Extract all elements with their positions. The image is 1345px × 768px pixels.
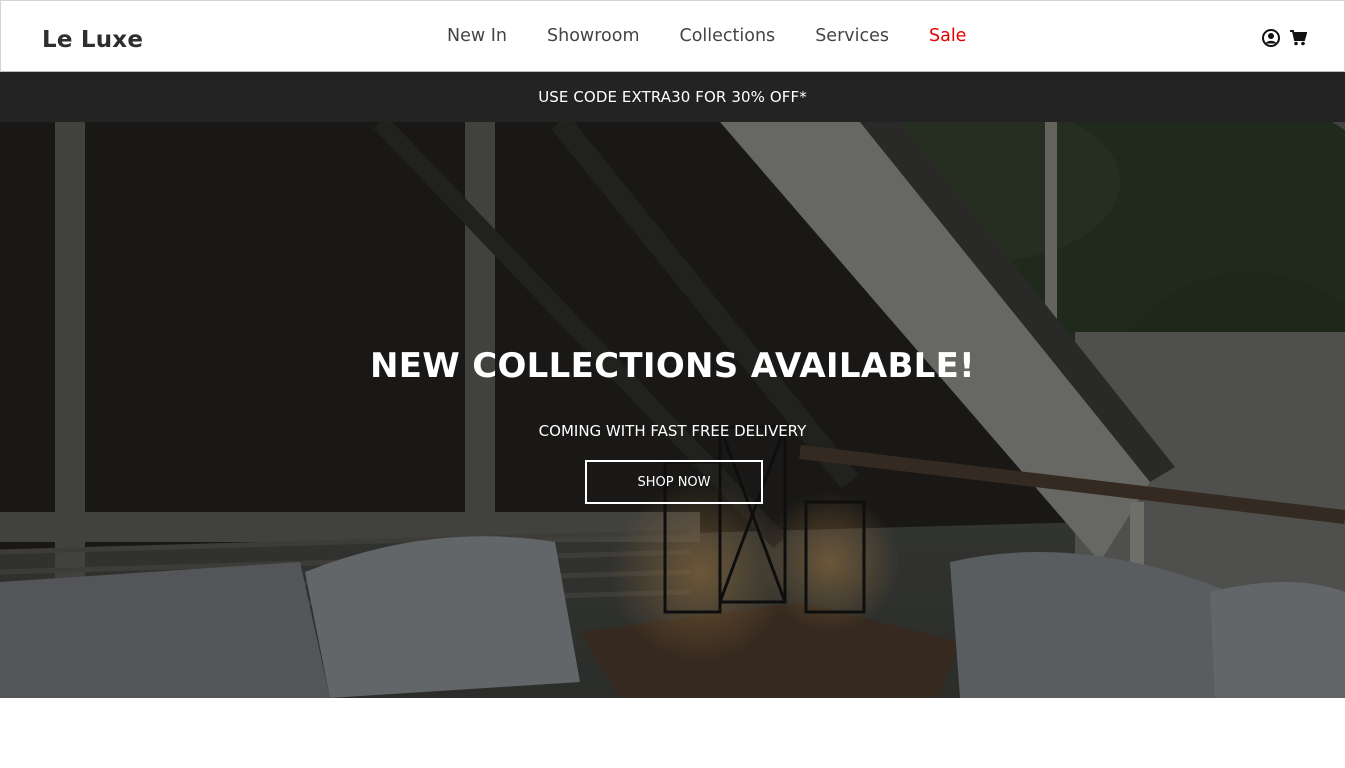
hero-title: NEW COLLECTIONS AVAILABLE! — [370, 346, 975, 386]
hero-banner: NEW COLLECTIONS AVAILABLE! COMING WITH F… — [0, 122, 1345, 698]
main-nav: New In Showroom Collections Services Sal… — [447, 26, 1006, 46]
hero-background-image — [0, 122, 1345, 698]
nav-item-sale[interactable]: Sale — [929, 26, 966, 46]
promo-banner: USE CODE EXTRA30 FOR 30% OFF* — [0, 72, 1345, 122]
user-icon[interactable] — [1262, 29, 1280, 51]
shop-now-button[interactable]: SHOP NOW — [585, 460, 763, 504]
cart-icon[interactable] — [1290, 30, 1308, 50]
nav-item-showroom[interactable]: Showroom — [547, 26, 640, 46]
brand-logo[interactable]: Le Luxe — [42, 27, 143, 53]
nav-item-new-in[interactable]: New In — [447, 26, 507, 46]
nav-icons — [1252, 29, 1308, 51]
nav-item-services[interactable]: Services — [815, 26, 889, 46]
nav-item-collections[interactable]: Collections — [680, 26, 776, 46]
navbar: Le Luxe New In Showroom Collections Serv… — [0, 0, 1345, 72]
hero-subtitle: COMING WITH FAST FREE DELIVERY — [538, 422, 807, 440]
